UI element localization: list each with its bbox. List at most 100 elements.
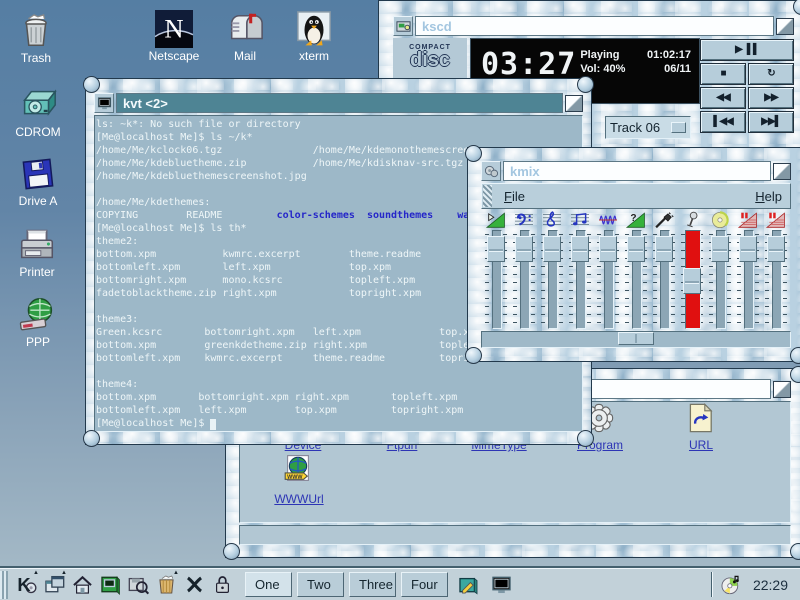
slider-handle[interactable]: [655, 236, 673, 262]
kmix-menubar: File Help: [481, 183, 791, 209]
kmix-titlebar[interactable]: kmix: [481, 161, 791, 181]
treble-channel-icon[interactable]: [541, 211, 563, 230]
panel-logout-button[interactable]: [182, 572, 207, 597]
desktop-icon-trash[interactable]: Trash: [0, 12, 72, 65]
volume-channel-icon[interactable]: [485, 211, 507, 230]
desktop-icon-floppy[interactable]: Drive A: [2, 155, 74, 208]
slider-handle[interactable]: [487, 236, 505, 262]
kfm-icon-url[interactable]: [684, 402, 718, 434]
corner-knob[interactable]: [790, 347, 800, 364]
volume-slider-unknown[interactable]: [624, 230, 648, 329]
panel-hide-handle[interactable]: [0, 571, 8, 599]
next-button[interactable]: ▶▶▌: [748, 111, 794, 133]
corner-knob[interactable]: [577, 76, 594, 93]
microphone-channel-icon[interactable]: [681, 211, 703, 230]
directory-name: color-schemes: [277, 210, 355, 221]
menu-file[interactable]: File: [496, 189, 533, 204]
synth-channel-icon[interactable]: [569, 211, 591, 230]
rewind-button[interactable]: ◀◀: [700, 87, 746, 109]
corner-knob[interactable]: [465, 145, 482, 162]
maximize-button[interactable]: [773, 381, 791, 398]
desktop-icon-tux[interactable]: xterm: [278, 10, 350, 63]
pager-desktop-four[interactable]: Four: [401, 572, 448, 597]
slider-handle[interactable]: [515, 236, 533, 262]
kscd-window-icon[interactable]: [393, 16, 413, 36]
line-channel-icon[interactable]: [653, 211, 675, 230]
panel-applications-button[interactable]: [98, 572, 123, 597]
tray-kscd-icon[interactable]: [718, 572, 743, 597]
desktop-icon-ppp[interactable]: PPP: [2, 296, 74, 349]
desktop-icon-netscape[interactable]: NNetscape: [138, 10, 210, 63]
panel-window-list-button[interactable]: ▲: [42, 572, 67, 597]
panel-lock-screen-button[interactable]: [210, 572, 235, 597]
panel-home-folder-button[interactable]: [70, 572, 95, 597]
kmix-window-icon[interactable]: [481, 161, 501, 181]
kscd-titlebar[interactable]: kscd: [393, 16, 794, 36]
volume-slider-mute-left[interactable]: [736, 230, 760, 329]
volume-slider-bass[interactable]: [512, 230, 536, 329]
track-dropdown-button[interactable]: [671, 122, 686, 133]
desktop-icon-printer[interactable]: Printer: [1, 226, 73, 279]
maximize-button[interactable]: [773, 163, 791, 180]
forward-button[interactable]: ▶▶: [748, 87, 794, 109]
volume-slider-pcm[interactable]: [596, 230, 620, 329]
track-selector[interactable]: Track 06: [605, 116, 691, 139]
taskbar-app-kedit[interactable]: [456, 572, 481, 597]
mute-right-channel-icon[interactable]: [765, 211, 787, 230]
pager-desktop-one[interactable]: One: [245, 572, 292, 597]
slider-handle[interactable]: [627, 236, 645, 262]
volume-slider-mute-right[interactable]: [764, 230, 788, 329]
kvt-titlebar[interactable]: kvt <2>: [94, 93, 583, 113]
stop-button[interactable]: ■: [700, 63, 746, 85]
kfm-label-url[interactable]: URL: [664, 438, 738, 452]
corner-knob[interactable]: [790, 543, 800, 560]
bass-channel-icon[interactable]: [513, 211, 535, 230]
volume-slider-microphone[interactable]: [680, 230, 704, 329]
volume-slider-cd[interactable]: [708, 230, 732, 329]
balance-slider[interactable]: [481, 331, 791, 348]
previous-button[interactable]: ▌◀◀: [700, 111, 746, 133]
volume-slider-treble[interactable]: [540, 230, 564, 329]
loop-button[interactable]: ↻: [748, 63, 794, 85]
panel-disk-navigator-button[interactable]: [126, 572, 151, 597]
lcd-status: Playing: [580, 49, 619, 61]
slider-handle[interactable]: [571, 236, 589, 262]
pcm-channel-icon[interactable]: [597, 211, 619, 230]
volume-slider-synth[interactable]: [568, 230, 592, 329]
slider-handle[interactable]: [739, 236, 757, 262]
cd-channel-icon[interactable]: [709, 211, 731, 230]
volume-slider-line[interactable]: [652, 230, 676, 329]
slider-handle[interactable]: [767, 236, 785, 262]
unknown-channel-icon[interactable]: ?: [625, 211, 647, 230]
pager-desktop-two[interactable]: Two: [297, 572, 344, 597]
desktop-icon-mail[interactable]: Mail: [209, 10, 281, 63]
kfm-icon-wwwurl[interactable]: WWW: [282, 454, 316, 486]
play-pause-button[interactable]: ▶▌▌: [700, 39, 794, 61]
taskbar-app-kvt[interactable]: [489, 572, 514, 597]
slider-handle[interactable]: [711, 236, 729, 262]
corner-knob[interactable]: [793, 0, 800, 15]
pager-desktop-three[interactable]: Three: [349, 572, 396, 597]
terminal-cursor: [210, 419, 216, 430]
corner-knob[interactable]: [577, 430, 594, 447]
kfm-label-wwwurl[interactable]: WWWUrl: [262, 492, 336, 506]
corner-knob[interactable]: [465, 347, 482, 364]
mute-left-channel-icon[interactable]: [737, 211, 759, 230]
corner-knob[interactable]: [790, 366, 800, 383]
corner-knob[interactable]: [83, 76, 100, 93]
menubar-drag-handle[interactable]: [483, 185, 492, 207]
panel-k-menu-button[interactable]: K▲: [14, 572, 39, 597]
kvt-window-icon[interactable]: [94, 93, 114, 113]
volume-slider-volume[interactable]: [484, 230, 508, 329]
maximize-button[interactable]: [776, 18, 794, 35]
maximize-button[interactable]: [565, 95, 583, 112]
panel-templates-button[interactable]: ▲: [154, 572, 179, 597]
slider-handle[interactable]: [683, 268, 701, 294]
corner-knob[interactable]: [223, 543, 240, 560]
slider-handle[interactable]: [543, 236, 561, 262]
corner-knob[interactable]: [83, 430, 100, 447]
slider-handle[interactable]: [599, 236, 617, 262]
menu-help[interactable]: Help: [747, 189, 790, 204]
desktop-icon-cdrom[interactable]: CDROM: [2, 86, 74, 139]
balance-handle[interactable]: [618, 332, 654, 345]
